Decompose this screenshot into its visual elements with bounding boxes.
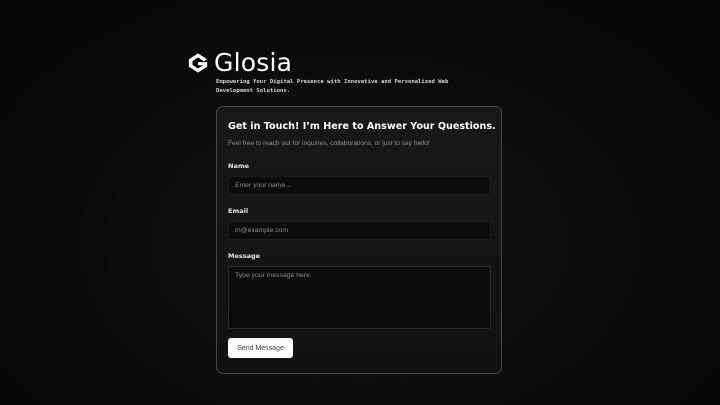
form-title: Get in Touch! I’m Here to Answer Your Qu… xyxy=(228,121,496,132)
g-logo-icon xyxy=(188,53,208,73)
message-field[interactable] xyxy=(228,266,491,329)
contact-form: Get in Touch! I’m Here to Answer Your Qu… xyxy=(216,106,502,374)
name-label: Name xyxy=(228,162,250,170)
send-message-button[interactable]: Send Message xyxy=(228,338,293,358)
brand-tagline: Empowering Your Digital Presence with In… xyxy=(216,79,449,94)
message-label: Message xyxy=(228,252,261,260)
brand-name: Glosia xyxy=(214,48,293,77)
brand-row: Glosia xyxy=(187,48,487,78)
page: Glosia Empowering Your Digital Presence … xyxy=(0,0,720,405)
email-field[interactable] xyxy=(228,221,491,240)
form-subtitle: Feel free to reach out for inquiries, co… xyxy=(228,140,430,147)
name-field[interactable] xyxy=(228,176,491,195)
brand-header: Glosia Empowering Your Digital Presence … xyxy=(187,48,487,96)
email-label: Email xyxy=(228,207,249,215)
